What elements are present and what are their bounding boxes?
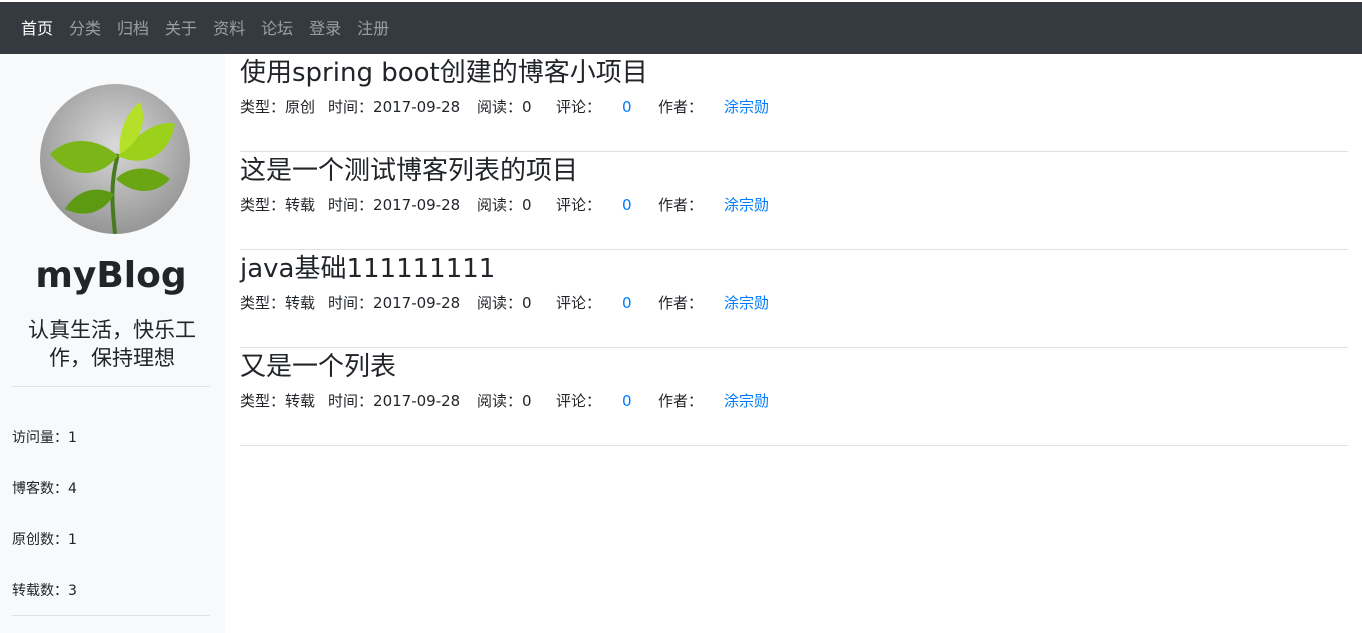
post-time: 2017-09-28 bbox=[373, 294, 461, 312]
nav-about[interactable]: 关于 bbox=[165, 18, 197, 40]
stat-value: 3 bbox=[68, 583, 77, 599]
type-label: 类型： bbox=[240, 98, 286, 116]
post-author-link[interactable]: 涂宗勋 bbox=[724, 97, 769, 117]
comments-label: 评论： bbox=[556, 294, 602, 312]
stat-value: 1 bbox=[68, 532, 77, 548]
stat-posts: 博客数：4 bbox=[12, 479, 77, 499]
post-meta: 类型： 原创 时间： 2017-09-28 阅读： 0 评论： 0 作者： 涂宗… bbox=[240, 97, 769, 117]
type-label: 类型： bbox=[240, 294, 286, 312]
comments-label: 评论： bbox=[556, 196, 602, 214]
avatar bbox=[40, 84, 190, 234]
post-reads: 0 bbox=[522, 392, 532, 410]
nav-register[interactable]: 注册 bbox=[357, 18, 389, 40]
stat-label: 访问量： bbox=[12, 430, 68, 446]
time-label: 时间： bbox=[328, 196, 374, 214]
post-author-link[interactable]: 涂宗勋 bbox=[724, 195, 769, 215]
post-item: 使用spring boot创建的博客小项目 类型： 原创 时间： 2017-09… bbox=[240, 54, 1348, 152]
author-label: 作者： bbox=[658, 294, 704, 312]
post-type: 原创 bbox=[285, 98, 316, 116]
comments-label: 评论： bbox=[556, 98, 602, 116]
leaf-avatar-image bbox=[40, 84, 190, 234]
post-comments-link[interactable]: 0 bbox=[622, 97, 658, 117]
post-type: 转载 bbox=[285, 196, 316, 214]
nav-login[interactable]: 登录 bbox=[309, 18, 341, 40]
nav-resources[interactable]: 资料 bbox=[213, 18, 245, 40]
post-author-link[interactable]: 涂宗勋 bbox=[724, 391, 769, 411]
post-comments-link[interactable]: 0 bbox=[622, 293, 658, 313]
nav-archive[interactable]: 归档 bbox=[117, 18, 149, 40]
comments-label: 评论： bbox=[556, 392, 602, 410]
post-item: 这是一个测试博客列表的项目 类型： 转载 时间： 2017-09-28 阅读： … bbox=[240, 152, 1348, 250]
sidebar-divider-top bbox=[12, 386, 210, 387]
post-time: 2017-09-28 bbox=[373, 392, 461, 410]
author-label: 作者： bbox=[658, 196, 704, 214]
stat-value: 1 bbox=[68, 430, 77, 446]
reads-label: 阅读： bbox=[477, 98, 523, 116]
author-label: 作者： bbox=[658, 392, 704, 410]
post-meta: 类型： 转载 时间： 2017-09-28 阅读： 0 评论： 0 作者： 涂宗… bbox=[240, 391, 769, 411]
site-name: myBlog bbox=[35, 255, 187, 296]
nav-forum[interactable]: 论坛 bbox=[261, 18, 293, 40]
post-reads: 0 bbox=[522, 196, 532, 214]
nav-home[interactable]: 首页 bbox=[21, 18, 53, 40]
main-nav: 首页 分类 归档 关于 资料 论坛 登录 注册 bbox=[21, 18, 405, 40]
top-navbar: 首页 分类 归档 关于 资料 论坛 登录 注册 bbox=[0, 0, 1362, 54]
sidebar: myBlog 认真生活，快乐工作，保持理想 访问量：1 博客数：4 原创数：1 … bbox=[0, 54, 225, 633]
stat-label: 原创数： bbox=[12, 532, 68, 548]
time-label: 时间： bbox=[328, 98, 374, 116]
post-reads: 0 bbox=[522, 98, 532, 116]
type-label: 类型： bbox=[240, 392, 286, 410]
post-item: 又是一个列表 类型： 转载 时间： 2017-09-28 阅读： 0 评论： 0… bbox=[240, 348, 1348, 446]
post-comments-link[interactable]: 0 bbox=[622, 391, 658, 411]
nav-categories[interactable]: 分类 bbox=[69, 18, 101, 40]
author-label: 作者： bbox=[658, 98, 704, 116]
post-item: java基础111111111 类型： 转载 时间： 2017-09-28 阅读… bbox=[240, 250, 1348, 348]
post-meta: 类型： 转载 时间： 2017-09-28 阅读： 0 评论： 0 作者： 涂宗… bbox=[240, 195, 769, 215]
post-title[interactable]: java基础111111111 bbox=[240, 252, 495, 286]
stat-visits: 访问量：1 bbox=[12, 428, 77, 448]
reads-label: 阅读： bbox=[477, 196, 523, 214]
stat-label: 博客数： bbox=[12, 481, 68, 497]
reads-label: 阅读： bbox=[477, 294, 523, 312]
stat-original: 原创数：1 bbox=[12, 530, 77, 550]
post-type: 转载 bbox=[285, 294, 316, 312]
stat-value: 4 bbox=[68, 481, 77, 497]
time-label: 时间： bbox=[328, 392, 374, 410]
post-author-link[interactable]: 涂宗勋 bbox=[724, 293, 769, 313]
post-time: 2017-09-28 bbox=[373, 98, 461, 116]
site-motto: 认真生活，快乐工作，保持理想 bbox=[28, 318, 196, 370]
stat-reposted: 转载数：3 bbox=[12, 581, 77, 601]
post-type: 转载 bbox=[285, 392, 316, 410]
time-label: 时间： bbox=[328, 294, 374, 312]
post-title[interactable]: 这是一个测试博客列表的项目 bbox=[240, 154, 578, 188]
sidebar-divider-bottom bbox=[12, 615, 210, 616]
post-title[interactable]: 又是一个列表 bbox=[240, 350, 396, 384]
post-time: 2017-09-28 bbox=[373, 196, 461, 214]
stat-label: 转载数： bbox=[12, 583, 68, 599]
type-label: 类型： bbox=[240, 196, 286, 214]
post-reads: 0 bbox=[522, 294, 532, 312]
post-comments-link[interactable]: 0 bbox=[622, 195, 658, 215]
reads-label: 阅读： bbox=[477, 392, 523, 410]
post-meta: 类型： 转载 时间： 2017-09-28 阅读： 0 评论： 0 作者： 涂宗… bbox=[240, 293, 769, 313]
post-title[interactable]: 使用spring boot创建的博客小项目 bbox=[240, 56, 648, 90]
